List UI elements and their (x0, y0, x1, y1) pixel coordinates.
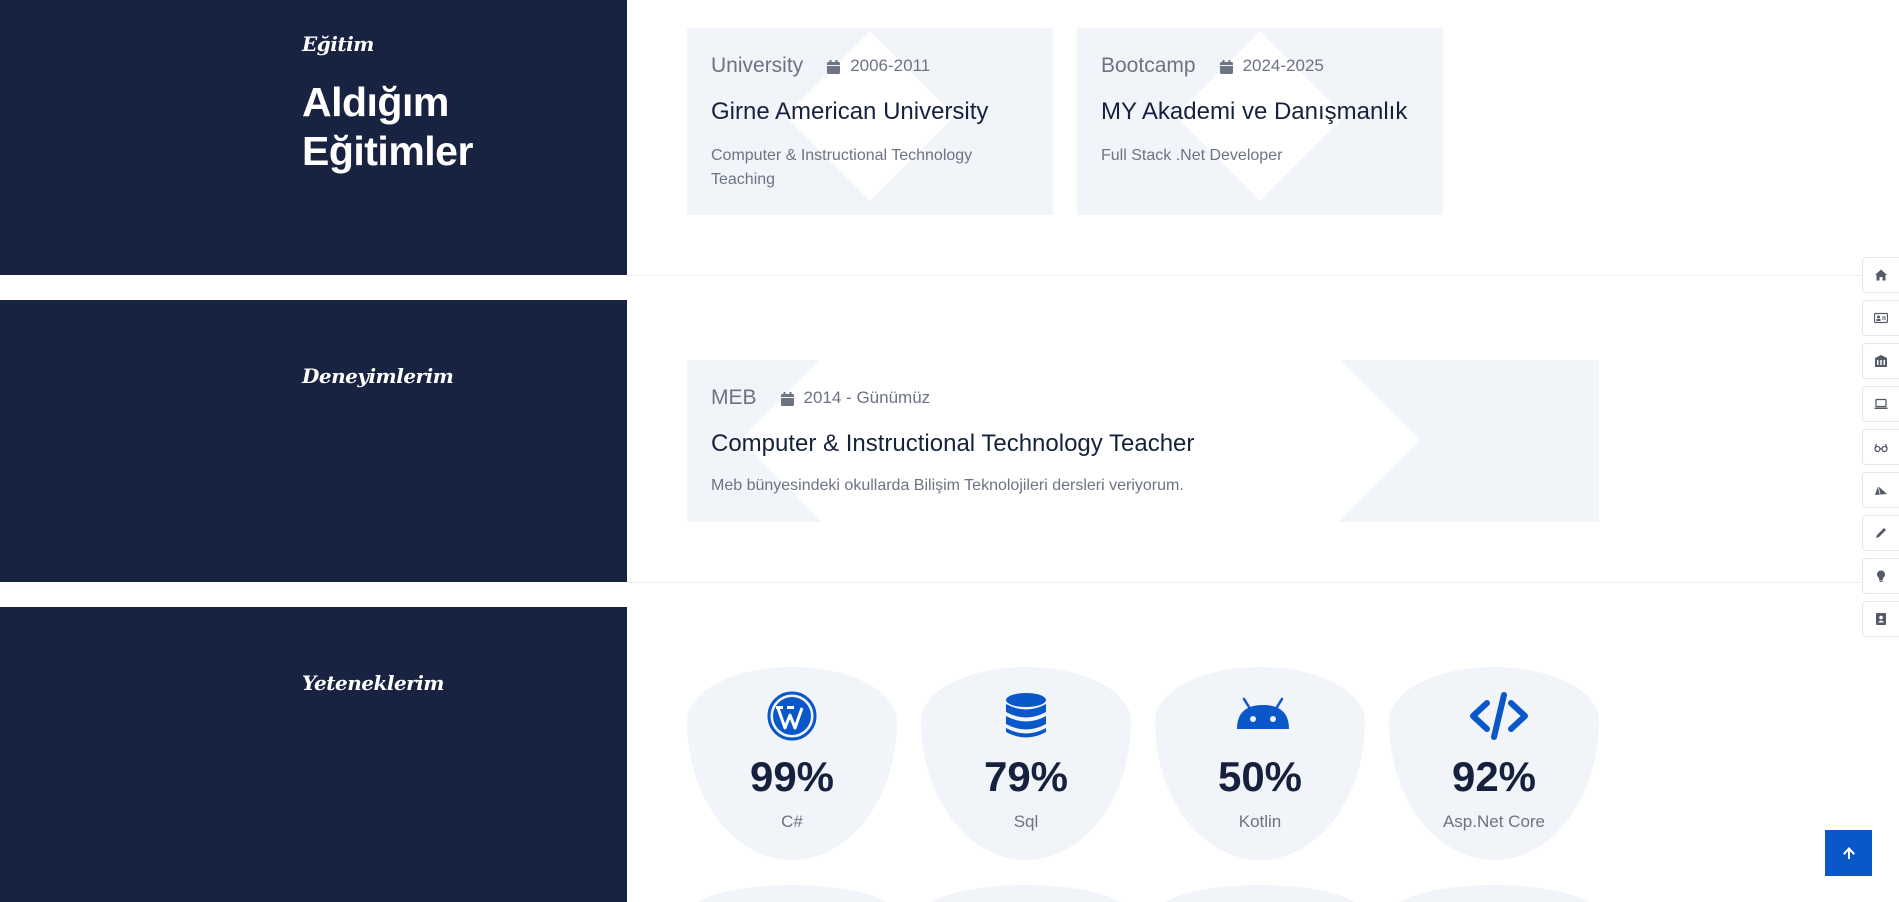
card-date: 2006-2011 (850, 56, 931, 75)
nav-portfolio[interactable] (1862, 472, 1899, 508)
skill-card: 92% Asp.Net Core (1389, 667, 1599, 860)
nav-education[interactable] (1862, 343, 1899, 379)
card-description: Computer & Instructional Technology Teac… (711, 144, 972, 192)
card-kind: Bootcamp (1101, 54, 1196, 77)
skill-card: 99% C# (687, 667, 897, 860)
card-description: Meb bünyesindeki okullarda Bilişim Tekno… (711, 477, 1184, 494)
skill-name: Sql (1013, 812, 1039, 831)
card-description-line1: Full Stack .Net Developer (1101, 147, 1283, 164)
wordpress-icon (767, 691, 817, 741)
card-title: Computer & Instructional Technology Teac… (711, 430, 1195, 457)
card-meta-row: University 2006-2011 (711, 54, 930, 78)
nav-about[interactable] (1862, 300, 1899, 336)
database-icon (1001, 691, 1051, 741)
card-kind: University (711, 54, 804, 77)
pencil-icon (1876, 528, 1886, 538)
nav-experience[interactable] (1862, 386, 1899, 422)
side-nav (1862, 257, 1899, 644)
nav-contact[interactable] (1862, 601, 1899, 637)
laptop-icon (1874, 398, 1888, 409)
calendar-icon (1219, 59, 1233, 74)
education-heading: Aldığım Eğitimler (302, 78, 473, 176)
card-kind: MEB (711, 386, 757, 409)
nav-blog[interactable] (1862, 515, 1899, 551)
card-description: Full Stack .Net Developer (1101, 144, 1282, 168)
experience-section: Deneyimlerim MEB 2014 - Günümüz Computer… (0, 300, 1899, 582)
code-icon (1469, 691, 1528, 741)
skill-percent: 92% (1451, 753, 1537, 800)
skill-name: Asp.Net Core (1442, 812, 1546, 831)
nav-ideas[interactable] (1862, 558, 1899, 594)
arrow-up-icon (1842, 847, 1855, 859)
calendar-icon (780, 391, 794, 406)
android-icon (1235, 691, 1289, 741)
experience-eyebrow: Deneyimlerim (302, 364, 454, 388)
calendar-icon (827, 59, 841, 74)
skill-card: 50% Kotlin (1155, 667, 1365, 860)
contact-book-icon (1876, 613, 1886, 625)
education-heading-line2: Eğitimler (302, 128, 473, 174)
experience-sidebar: Deneyimlerim (0, 300, 627, 582)
education-card-bootcamp: Bootcamp 2024-2025 MY Akademi ve Danışma… (1077, 28, 1443, 215)
skill-name: Kotlin (1238, 812, 1282, 831)
skills-sidebar: Yeteneklerim (0, 607, 627, 902)
skill-percent: 99% (749, 753, 835, 800)
glasses-icon (1874, 443, 1888, 453)
card-description-line2: Teaching (711, 171, 776, 188)
back-to-top-button[interactable] (1825, 830, 1872, 876)
skill-percent: 79% (983, 753, 1069, 800)
skill-percent: 50% (1217, 753, 1303, 800)
skill-card: 79% Sql (921, 667, 1131, 860)
education-card-university: University 2006-2011 Girne American Univ… (687, 28, 1053, 215)
card-date: 2024-2025 (1242, 56, 1324, 75)
paper-plane-icon (1875, 485, 1887, 495)
card-title: Girne American University (711, 98, 989, 125)
lightbulb-icon (1877, 570, 1885, 582)
skill-name: C# (781, 812, 803, 831)
nav-skills[interactable] (1862, 429, 1899, 465)
section-divider (627, 582, 1899, 583)
id-card-icon (1874, 312, 1888, 324)
section-divider (627, 275, 1899, 276)
card-title: MY Akademi ve Danışmanlık (1101, 98, 1408, 125)
card-description-line1: Computer & Instructional Technology (711, 147, 973, 164)
education-section: Eğitim Aldığım Eğitimler University 2006… (0, 0, 1899, 275)
education-eyebrow: Eğitim (302, 32, 374, 56)
experience-card-meb: MEB 2014 - Günümüz Computer & Instructio… (687, 360, 1599, 522)
skills-eyebrow: Yeteneklerim (302, 671, 444, 695)
education-sidebar: Eğitim Aldığım Eğitimler (0, 0, 627, 275)
school-icon (1875, 355, 1887, 367)
card-date: 2014 - Günümüz (803, 388, 931, 407)
education-heading-line1: Aldığım (302, 79, 449, 125)
nav-home[interactable] (1862, 257, 1899, 293)
card-meta-row: Bootcamp 2024-2025 (1101, 54, 1324, 78)
card-meta-row: MEB 2014 - Günümüz (711, 386, 930, 410)
home-icon (1875, 269, 1887, 281)
